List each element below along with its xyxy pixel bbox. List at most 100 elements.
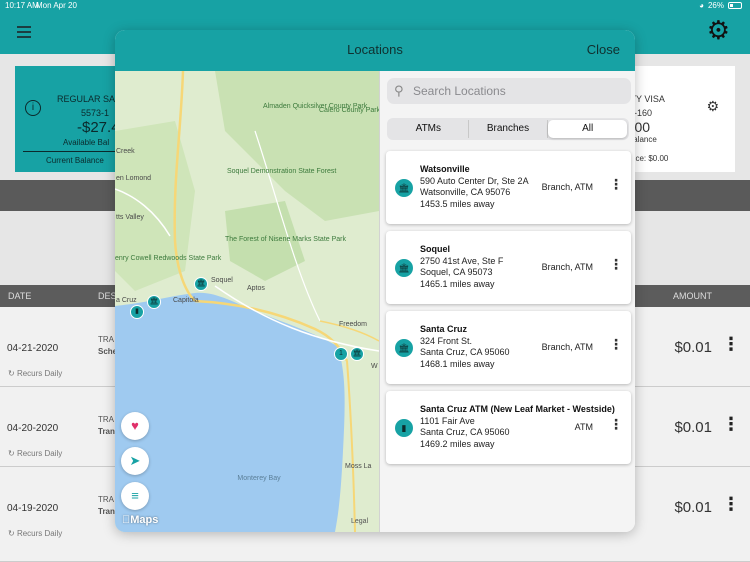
txn-date: 04-20-2020 (7, 423, 59, 434)
recurs-label: ↻ Recurs Daily (8, 369, 63, 378)
txn-date: 04-19-2020 (7, 503, 59, 514)
map-pin-watsonville-atm[interactable]: 1 (334, 347, 348, 361)
menu-icon[interactable] (17, 26, 31, 38)
account-balance: -$27.4 (77, 119, 120, 136)
location-card[interactable]: ▮ Santa Cruz ATM (New Leaf Market - West… (386, 391, 631, 464)
column-date: DATE (8, 291, 32, 301)
map-label-w: W (371, 363, 378, 370)
current-balance-label: Current Balance (46, 156, 104, 165)
txn-amount: $0.01 (674, 419, 712, 436)
search-icon: ⚲ (394, 83, 404, 98)
favorites-heart-icon[interactable]: ♥ (121, 412, 149, 440)
location-card[interactable]: 🏛 Watsonville 590 Auto Center Dr, Ste 2A… (386, 151, 631, 224)
account-settings-gear-icon[interactable]: ⚙ (706, 98, 719, 115)
filter-atms[interactable]: ATMs (389, 120, 469, 138)
map-label-aptos: Aptos (247, 285, 265, 292)
txn-desc: TRA (98, 415, 114, 424)
status-bar: 10:17 AM Mon Apr 20 ◕ 26% (0, 0, 750, 12)
map-label-moss-landing: Moss La (345, 463, 372, 470)
txn-date: 04-21-2020 (7, 343, 59, 354)
modal-header: Locations Close (115, 30, 635, 71)
status-time: 10:17 AM (5, 1, 39, 10)
location-card[interactable]: 🏛 Soquel 2750 41st Ave, Ste F Soquel, CA… (386, 231, 631, 304)
bank-icon: 🏛 (395, 259, 413, 277)
recurs-label: ↻ Recurs Daily (8, 529, 63, 538)
map-label-calero: Calero County Park (319, 107, 379, 114)
map-label-ben-lomond: en Lomond (116, 175, 152, 182)
map-pin-santa-cruz[interactable]: 🏛 (147, 295, 161, 309)
map-label-santa-cruz: a Cruz (116, 297, 137, 304)
more-options-icon[interactable]: ⋮ (722, 415, 740, 433)
location-distance: 1465.1 miles away (420, 279, 495, 289)
locations-modal: Locations Close Almaden Quicksilver Coun… (115, 30, 635, 532)
more-options-icon[interactable]: ⋮ (609, 417, 623, 431)
location-address-line1: 1101 Fair Ave (420, 416, 475, 426)
txn-amount: $0.01 (674, 499, 712, 516)
location-type: ATM (574, 422, 593, 432)
filter-all[interactable]: All (548, 120, 628, 138)
map-label-soquel-forest: Soquel Demonstration State Forest (227, 168, 337, 175)
location-address-line1: 590 Auto Center Dr, Ste 2A (420, 176, 529, 186)
account-number: 5573-1 (81, 108, 110, 118)
list-view-icon[interactable]: ≡ (121, 482, 149, 510)
map-pin-soquel[interactable]: 🏛 (194, 277, 208, 291)
settings-gear-icon[interactable]: ⚙ (707, 17, 730, 43)
location-address-line2: Soquel, CA 95073 (420, 267, 493, 277)
wifi-icon: ◕ (699, 1, 704, 10)
battery-icon (728, 2, 742, 9)
legal-link[interactable]: Legal (351, 518, 368, 525)
location-type: Branch, ATM (541, 342, 593, 352)
repeat-icon: ↻ (8, 529, 15, 538)
location-distance: 1453.5 miles away (420, 199, 495, 209)
map-pin-watsonville[interactable]: 🏛 (350, 347, 364, 361)
apple-icon:  (122, 514, 130, 526)
more-options-icon[interactable]: ⋮ (609, 337, 623, 351)
location-type: Branch, ATM (541, 262, 593, 272)
bank-icon: 🏛 (395, 179, 413, 197)
bank-icon: 🏛 (395, 339, 413, 357)
battery-percent: 26% (707, 1, 724, 10)
search-bar[interactable]: ⚲ (387, 78, 631, 104)
column-description: DES (98, 291, 117, 301)
location-address-line2: Santa Cruz, CA 95060 (420, 427, 510, 437)
status-date: Mon Apr 20 (36, 1, 77, 10)
map-label-monterey-bay: Monterey Bay (237, 475, 281, 482)
map-label-almaden: Almaden Quicksilver County Park (263, 103, 368, 110)
repeat-icon: ↻ (8, 369, 15, 378)
map-label-scotts-valley: tts Valley (116, 214, 144, 221)
location-address-line2: Watsonville, CA 95076 (420, 187, 511, 197)
apple-maps-logo: Maps (122, 514, 158, 526)
txn-desc: TRA (98, 335, 114, 344)
location-distance: 1469.2 miles away (420, 439, 495, 449)
modal-title: Locations (347, 42, 403, 57)
map-label-nisene: The Forest of Nisene Marks State Park (225, 236, 346, 243)
close-button[interactable]: Close (587, 42, 620, 57)
search-input[interactable] (413, 82, 623, 100)
recurs-label: ↻ Recurs Daily (8, 449, 63, 458)
more-options-icon[interactable]: ⋮ (722, 335, 740, 353)
locations-list-panel: ⚲ ATMs Branches All 🏛 Watsonville 590 Au… (379, 71, 635, 532)
map-label-cowell: enry Cowell Redwoods State Park (115, 255, 221, 262)
filter-segmented-control: ATMs Branches All (387, 118, 629, 140)
more-options-icon[interactable]: ⋮ (609, 177, 623, 191)
info-icon[interactable]: i (25, 100, 41, 116)
location-name: Santa Cruz (420, 324, 468, 334)
more-options-icon[interactable]: ⋮ (609, 257, 623, 271)
map-label-creek: Creek (116, 148, 135, 155)
location-name: Watsonville (420, 164, 470, 174)
txn-amount: $0.01 (674, 339, 712, 356)
status-right: ◕ 26% (699, 1, 742, 10)
txn-desc: TRA (98, 495, 114, 504)
more-options-icon[interactable]: ⋮ (722, 495, 740, 513)
location-address-line1: 324 Front St. (420, 336, 473, 346)
map-view[interactable]: Almaden Quicksilver County Park Calero C… (115, 71, 379, 532)
filter-branches[interactable]: Branches (469, 120, 549, 138)
map-pin-santa-cruz-atm[interactable]: ▮ (130, 305, 144, 319)
location-card[interactable]: 🏛 Santa Cruz 324 Front St. Santa Cruz, C… (386, 311, 631, 384)
repeat-icon: ↻ (8, 449, 15, 458)
location-distance: 1468.1 miles away (420, 359, 495, 369)
location-name: Santa Cruz ATM (New Leaf Market - Westsi… (420, 404, 615, 414)
location-type: Branch, ATM (541, 182, 593, 192)
current-location-arrow-icon[interactable]: ➤ (121, 447, 149, 475)
map-label-freedom: Freedom (339, 321, 368, 328)
